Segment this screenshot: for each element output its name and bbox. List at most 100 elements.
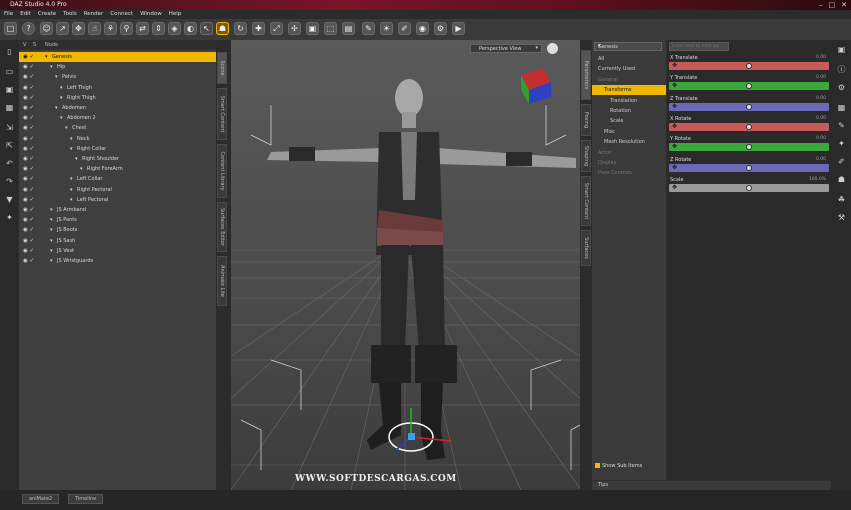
slider-knob[interactable] xyxy=(746,164,752,171)
visibility-icon[interactable]: ◉ ✓ xyxy=(23,217,34,223)
figure-icon[interactable]: ☗ xyxy=(836,174,847,185)
visibility-icon[interactable]: ◉ ✓ xyxy=(23,227,34,233)
figure-pose-icon[interactable]: ☘ xyxy=(836,194,847,205)
visibility-icon[interactable]: ◉ ✓ xyxy=(23,176,34,182)
scene-node-row[interactable]: ◉ ✓ ▾ Left Collar xyxy=(19,174,216,184)
scene-node-row[interactable]: ◉ ✓ ▾ Hip xyxy=(19,62,216,72)
paint-icon[interactable]: ✐ xyxy=(398,22,411,35)
parameter-slider[interactable]: Y Translate 0.00 ✥ xyxy=(668,74,830,93)
parameter-slider[interactable]: Z Translate 0.00 ✥ xyxy=(668,95,830,114)
tab-animate2[interactable]: aniMate2 xyxy=(22,494,60,504)
scene-node-row[interactable]: ◉ ✓ ▾ Right ForeArm xyxy=(19,164,216,174)
genesis-figure[interactable] xyxy=(267,79,576,460)
export-icon[interactable]: ⇱ xyxy=(4,140,15,151)
visibility-icon[interactable]: ◉ ✓ xyxy=(23,125,34,131)
expand-icon[interactable]: ▾ xyxy=(75,156,78,162)
menu-create[interactable]: Create xyxy=(38,10,56,19)
menu-file[interactable]: File xyxy=(4,10,13,19)
expand-icon[interactable]: ▾ xyxy=(65,125,68,131)
import-icon[interactable]: ⇲ xyxy=(4,122,15,133)
new-file-icon[interactable]: ▯ xyxy=(4,46,15,57)
region-icon[interactable]: ⬚ xyxy=(324,22,337,35)
brush-icon[interactable]: ✐ xyxy=(836,156,847,167)
visibility-icon[interactable]: ◉ ✓ xyxy=(23,197,34,203)
column-visible[interactable]: V xyxy=(23,42,26,48)
property-group-item[interactable]: Pose Controls xyxy=(592,168,666,178)
scene-node-row[interactable]: ◉ ✓ ▾ JS Armband xyxy=(19,205,216,215)
expand-icon[interactable]: ▾ xyxy=(70,146,73,152)
tab-smart-content[interactable]: Smart Content xyxy=(217,88,227,140)
visibility-icon[interactable]: ◉ ✓ xyxy=(23,207,34,213)
expand-icon[interactable]: ▾ xyxy=(60,95,63,101)
column-selectable[interactable]: S xyxy=(33,42,36,48)
render-settings-icon[interactable]: ⚙ xyxy=(434,22,447,35)
tab-content-library[interactable]: Content Library xyxy=(217,144,227,198)
universal-tool-icon[interactable]: ✥ xyxy=(72,22,85,35)
tab-surfaces-editor[interactable]: Surfaces Editor xyxy=(217,202,227,252)
scene-node-row[interactable]: ◉ ✓ ▾ Abdomen 2 xyxy=(19,113,216,123)
tab-surfaces[interactable]: Surfaces xyxy=(581,230,591,266)
save-icon[interactable]: ▣ xyxy=(4,84,15,95)
expand-icon[interactable]: ▾ xyxy=(50,248,53,254)
menu-connect[interactable]: Connect xyxy=(110,10,133,19)
select-tool-icon[interactable]: ↖ xyxy=(200,22,213,35)
close-icon[interactable]: ✕ xyxy=(841,1,847,9)
scene-node-row[interactable]: ◉ ✓ ▾ Right Shoulder xyxy=(19,154,216,164)
slider-value[interactable]: 0.00 xyxy=(816,116,826,121)
expand-icon[interactable]: ▾ xyxy=(45,54,48,60)
scale-tool-icon[interactable]: ⇕ xyxy=(152,22,165,35)
expand-icon[interactable]: ▾ xyxy=(50,227,53,233)
expand-icon[interactable]: ▾ xyxy=(55,74,58,80)
pose-tool-icon[interactable]: ☝ xyxy=(88,22,101,35)
tab-smart-content-right[interactable]: Smart Content xyxy=(581,176,591,226)
cube-icon[interactable]: ▣ xyxy=(836,44,847,55)
menu-render[interactable]: Render xyxy=(84,10,104,19)
scene-node-row[interactable]: ◉ ✓ ▾ JS Pants xyxy=(19,215,216,225)
open-icon[interactable]: ▭ xyxy=(4,66,15,77)
tab-parameters[interactable]: Parameters xyxy=(581,50,591,100)
scene-node-row[interactable]: ◉ ✓ ▾ Neck xyxy=(19,134,216,144)
scale-icon[interactable]: ⤢ xyxy=(270,22,283,35)
scene-node-row[interactable]: ◉ ✓ ▾ Genesis xyxy=(19,52,216,62)
tab-posing[interactable]: Posing xyxy=(581,104,591,136)
property-group-item[interactable]: Translation xyxy=(592,96,666,106)
node-select[interactable]: Genesis ▾ xyxy=(594,42,662,51)
undo-icon[interactable]: ↶ xyxy=(4,158,15,169)
property-group-item[interactable]: General xyxy=(592,75,666,85)
visibility-icon[interactable]: ◉ ✓ xyxy=(23,74,34,80)
expand-icon[interactable]: ▾ xyxy=(50,217,53,223)
help-icon[interactable]: ? xyxy=(22,22,35,35)
expand-icon[interactable]: ▾ xyxy=(50,238,53,244)
visibility-icon[interactable]: ◉ ✓ xyxy=(23,187,34,193)
property-group-item[interactable]: Rotation xyxy=(592,106,666,116)
parameter-slider[interactable]: X Translate 0.00 ✥ xyxy=(668,54,830,73)
slider-value[interactable]: 0.00 xyxy=(816,75,826,80)
property-group-item[interactable]: Mesh Resolution xyxy=(592,137,666,147)
info-icon[interactable]: ⓘ xyxy=(836,64,847,75)
tab-shaping[interactable]: Shaping xyxy=(581,140,591,172)
visibility-icon[interactable]: ◉ ✓ xyxy=(23,258,34,264)
scene-node-row[interactable]: ◉ ✓ ▾ Left Thigh xyxy=(19,83,216,93)
view-options-icon[interactable] xyxy=(547,43,558,54)
arrow-tool-icon[interactable]: ↗ xyxy=(56,22,69,35)
tips-bar[interactable]: Tips xyxy=(592,481,831,490)
3d-viewport[interactable]: Perspective View ▾ WWW.SOFTDESCARGAS.COM xyxy=(231,40,580,490)
show-sub-items[interactable]: Show Sub Items xyxy=(595,463,642,469)
expand-icon[interactable]: ▾ xyxy=(70,136,73,142)
visibility-icon[interactable]: ◉ ✓ xyxy=(23,115,34,121)
surface-selection-icon[interactable]: ✎ xyxy=(362,22,375,35)
camera-icon[interactable]: ◉ xyxy=(416,22,429,35)
scene-node-row[interactable]: ◉ ✓ ▾ Right Pectoral xyxy=(19,185,216,195)
geometry-icon[interactable]: ◈ xyxy=(168,22,181,35)
save-as-icon[interactable]: ▦ xyxy=(4,102,15,113)
tab-timeline[interactable]: Timeline xyxy=(68,494,104,504)
expand-icon[interactable]: ▾ xyxy=(55,105,58,111)
paint-icon[interactable]: ✎ xyxy=(836,120,847,131)
property-group-item[interactable]: Currently Used xyxy=(592,64,666,74)
expand-icon[interactable]: ▾ xyxy=(50,64,53,70)
slider-knob[interactable] xyxy=(746,103,752,110)
rotate-tool-icon[interactable]: ↻ xyxy=(234,22,247,35)
expand-icon[interactable]: ▾ xyxy=(70,176,73,182)
gears-icon[interactable]: ⚙ xyxy=(836,82,847,93)
property-group-item[interactable]: Display xyxy=(592,158,666,168)
